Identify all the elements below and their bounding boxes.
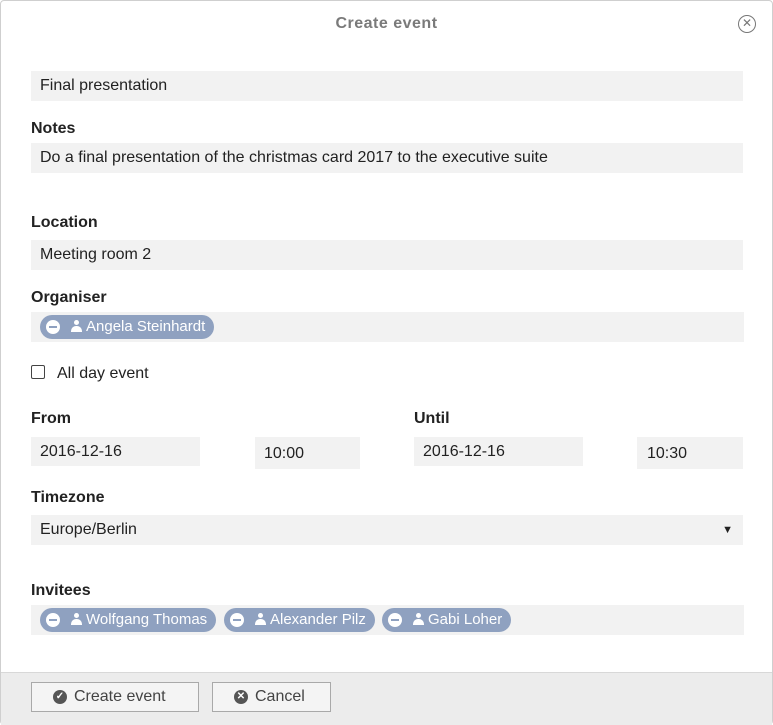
from-date-input[interactable]: 2016-12-16 xyxy=(31,437,200,466)
invitee-name: Wolfgang Thomas xyxy=(86,611,208,628)
timezone-label: Timezone xyxy=(31,489,105,506)
invitee-name: Gabi Loher xyxy=(428,611,503,628)
remove-icon[interactable] xyxy=(46,613,60,627)
person-icon xyxy=(413,613,424,625)
all-day-label: All day event xyxy=(57,365,149,382)
invitees-field[interactable]: Wolfgang Thomas Alexander Pilz Gabi Lohe… xyxy=(31,605,744,635)
until-time-input[interactable]: 10:30 xyxy=(637,437,743,469)
invitee-name: Alexander Pilz xyxy=(270,611,366,628)
remove-icon[interactable] xyxy=(46,320,60,334)
notes-label: Notes xyxy=(31,120,76,137)
person-icon xyxy=(255,613,266,625)
person-icon xyxy=(71,613,82,625)
timezone-value: Europe/Berlin xyxy=(40,521,137,538)
cancel-button[interactable]: ✕ Cancel xyxy=(212,682,331,712)
timezone-select[interactable]: Europe/Berlin ▼ xyxy=(31,515,743,545)
organiser-field[interactable]: Angela Steinhardt xyxy=(31,312,744,342)
invitee-chip: Gabi Loher xyxy=(382,608,512,632)
remove-icon[interactable] xyxy=(230,613,244,627)
organiser-label: Organiser xyxy=(31,289,107,306)
dropdown-arrow-icon: ▼ xyxy=(722,524,733,536)
from-time-input[interactable]: 10:00 xyxy=(255,437,360,469)
all-day-checkbox[interactable] xyxy=(31,365,45,379)
organiser-chip: Angela Steinhardt xyxy=(40,315,215,339)
cancel-label: Cancel xyxy=(255,688,305,705)
until-label: Until xyxy=(414,410,450,427)
location-input[interactable]: Meeting room 2 xyxy=(31,240,743,270)
invitee-chip: Wolfgang Thomas xyxy=(40,608,217,632)
invitee-chip: Alexander Pilz xyxy=(224,608,375,632)
create-event-label: Create event xyxy=(74,688,166,705)
location-label: Location xyxy=(31,214,98,231)
close-icon[interactable]: ✕ xyxy=(738,15,756,33)
create-event-button[interactable]: ✓ Create event xyxy=(31,682,199,712)
dialog-title: Create event xyxy=(335,15,438,32)
organiser-name: Angela Steinhardt xyxy=(86,318,206,335)
check-circle-icon: ✓ xyxy=(53,690,67,704)
invitees-label: Invitees xyxy=(31,582,91,599)
person-icon xyxy=(71,320,82,332)
remove-icon[interactable] xyxy=(388,613,402,627)
from-label: From xyxy=(31,410,71,427)
until-date-input[interactable]: 2016-12-16 xyxy=(414,437,583,466)
notes-input[interactable]: Do a final presentation of the christmas… xyxy=(31,143,743,173)
cancel-circle-icon: ✕ xyxy=(234,690,248,704)
title-input[interactable]: Final presentation xyxy=(31,71,743,101)
